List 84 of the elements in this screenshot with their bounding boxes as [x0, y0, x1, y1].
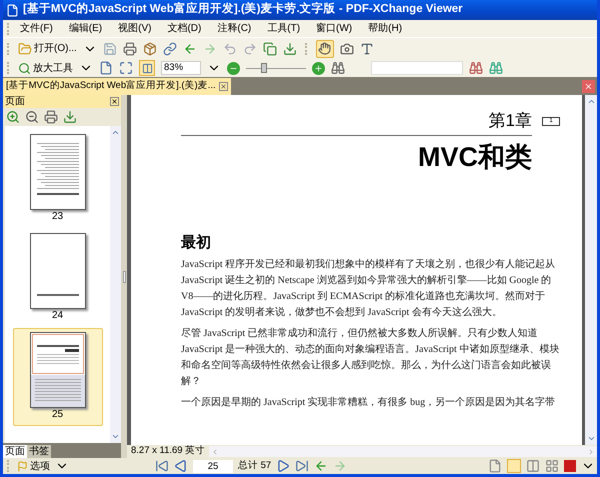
zoom-out-button[interactable]	[227, 62, 240, 74]
zoom-out-icon[interactable]	[25, 110, 39, 124]
zoom-slider[interactable]	[246, 62, 306, 74]
page-number-field[interactable]: 25	[193, 460, 233, 472]
text-select-icon[interactable]	[360, 42, 374, 56]
body-paragraph: 一个原因是早期的 JavaScript 实现非常糟糕，有很多 bug，另一个原因是因为其名字带	[181, 396, 556, 410]
menu-item[interactable]: 帮助(H)	[360, 21, 410, 36]
binoculars-icon[interactable]	[469, 61, 483, 75]
zoom-in-icon[interactable]	[6, 110, 20, 124]
body-paragraph: 尽管 JavaScript 已然非常成功和流行，但仍然被大多数人所误解。只有少数人知道 JavaScript 是一种强大的、动态的面向对象编程语言。JavaScript 中诸如原型继承、模块和命名空间等高级特性依然会让很多人感到吃惊。那么，为什么这门语言会如此被误解？	[181, 326, 560, 389]
page-thumbnail[interactable]: 24	[12, 229, 102, 327]
app-icon	[6, 4, 19, 16]
menu-item[interactable]: 注释(C)	[209, 21, 260, 36]
window-title: [基于MVC的JavaScript Web富应用开发].(美)麦卡劳.文字版 - PDF-XChange Viewer	[23, 1, 463, 18]
download-icon[interactable]	[282, 42, 297, 56]
menu-item[interactable]: 文件(F)	[12, 21, 61, 36]
binoculars-icon[interactable]	[331, 61, 345, 75]
zoom-field[interactable]: 83%	[161, 61, 201, 75]
binoculars-icon[interactable]	[489, 61, 503, 75]
open-button[interactable]: 打开(O)...	[18, 41, 77, 56]
link-icon[interactable]	[162, 42, 177, 56]
zoom-in-button[interactable]	[312, 62, 325, 74]
panel-tab[interactable]: 书签	[27, 445, 51, 458]
scrollbar[interactable]	[585, 95, 597, 445]
actual-size-icon[interactable]	[99, 61, 113, 75]
fit-width-button[interactable]	[139, 60, 155, 76]
plus-icon	[314, 64, 323, 72]
single-page-icon[interactable]	[488, 459, 502, 473]
save-icon[interactable]	[102, 42, 117, 56]
page-thumbnail[interactable]: 23	[12, 130, 102, 228]
undo-icon[interactable]	[222, 42, 237, 56]
print-icon[interactable]	[44, 110, 58, 124]
print-icon[interactable]	[122, 42, 137, 56]
chapter-title: MVC和类	[417, 141, 532, 174]
copy-icon[interactable]	[262, 42, 277, 56]
grid-view-icon[interactable]	[545, 459, 559, 473]
next-page-icon[interactable]	[276, 459, 290, 473]
flag-icon	[17, 460, 28, 472]
horizontal-scrollbar[interactable]	[209, 446, 597, 457]
scroll-up-icon[interactable]	[111, 128, 120, 137]
section-heading: 最初	[181, 234, 212, 252]
folder-icon	[18, 42, 32, 56]
page-total: 总计 57	[238, 458, 272, 473]
body-paragraph: JavaScript 程序开发已经和最初我们想象中的模样有了天壤之别，也很少有人能记起从 JavaScript 诞生之初的 Netscape 浏览器到如今异常强大的解析引擎——比如 Google 的 V8——的进化历程。JavaScript 到 ECMAScript 的标准化道路也充满坎坷。然而对于 JavaScript 的发明者来说，做梦也不会想到 JavaScript 会有今天这么强大。	[181, 258, 556, 320]
magnifier-icon	[18, 62, 31, 74]
extract-icon[interactable]	[63, 110, 77, 124]
search-field[interactable]	[371, 61, 463, 75]
package-icon[interactable]	[142, 42, 157, 56]
scrollbar[interactable]	[110, 126, 121, 443]
last-page-icon[interactable]	[295, 459, 310, 473]
back-icon[interactable]	[182, 42, 197, 56]
page-number: 25	[52, 408, 64, 422]
scroll-up-icon[interactable]	[586, 97, 596, 106]
close-icon[interactable]	[110, 97, 119, 106]
panel-title: 页面	[5, 96, 25, 108]
menu-item[interactable]: 编辑(E)	[60, 21, 110, 36]
previous-page-icon[interactable]	[174, 459, 188, 473]
facing-pages-icon[interactable]	[526, 459, 540, 473]
zoom-tool-button[interactable]: 放大工具	[18, 60, 73, 76]
close-button[interactable]	[582, 80, 595, 93]
hand-tool-button[interactable]	[316, 40, 334, 58]
document-tab[interactable]: [基于MVC的JavaScript Web富应用开发].(美)麦...	[3, 78, 231, 95]
chapter-label: 第1章	[488, 111, 532, 131]
page-size: 8.27 x 11.69 英寸	[130, 444, 206, 458]
back-icon[interactable]	[314, 459, 328, 473]
close-icon[interactable]	[218, 82, 228, 91]
page-number: 23	[52, 210, 64, 224]
first-page-icon[interactable]	[155, 459, 169, 473]
scroll-down-icon[interactable]	[111, 432, 120, 441]
page-number: 24	[52, 309, 64, 323]
menu-item[interactable]: 视图(V)	[110, 21, 160, 36]
redo-icon[interactable]	[242, 42, 257, 56]
menu-item[interactable]: 窗口(W)	[308, 21, 360, 36]
slider-thumb[interactable]	[261, 63, 267, 73]
close-icon	[584, 82, 593, 91]
page-thumbnail[interactable]: 25	[12, 328, 102, 426]
menu-item[interactable]: 文档(D)	[159, 21, 210, 36]
scroll-down-icon[interactable]	[586, 434, 596, 443]
panel-tab[interactable]: 页面	[3, 445, 27, 458]
scroll-right-icon[interactable]	[587, 448, 595, 456]
menu-item[interactable]: 工具(T)	[259, 21, 308, 36]
camera-icon[interactable]	[340, 42, 354, 56]
options-button[interactable]: 选项	[17, 458, 50, 474]
fit-page-icon[interactable]	[119, 61, 133, 75]
